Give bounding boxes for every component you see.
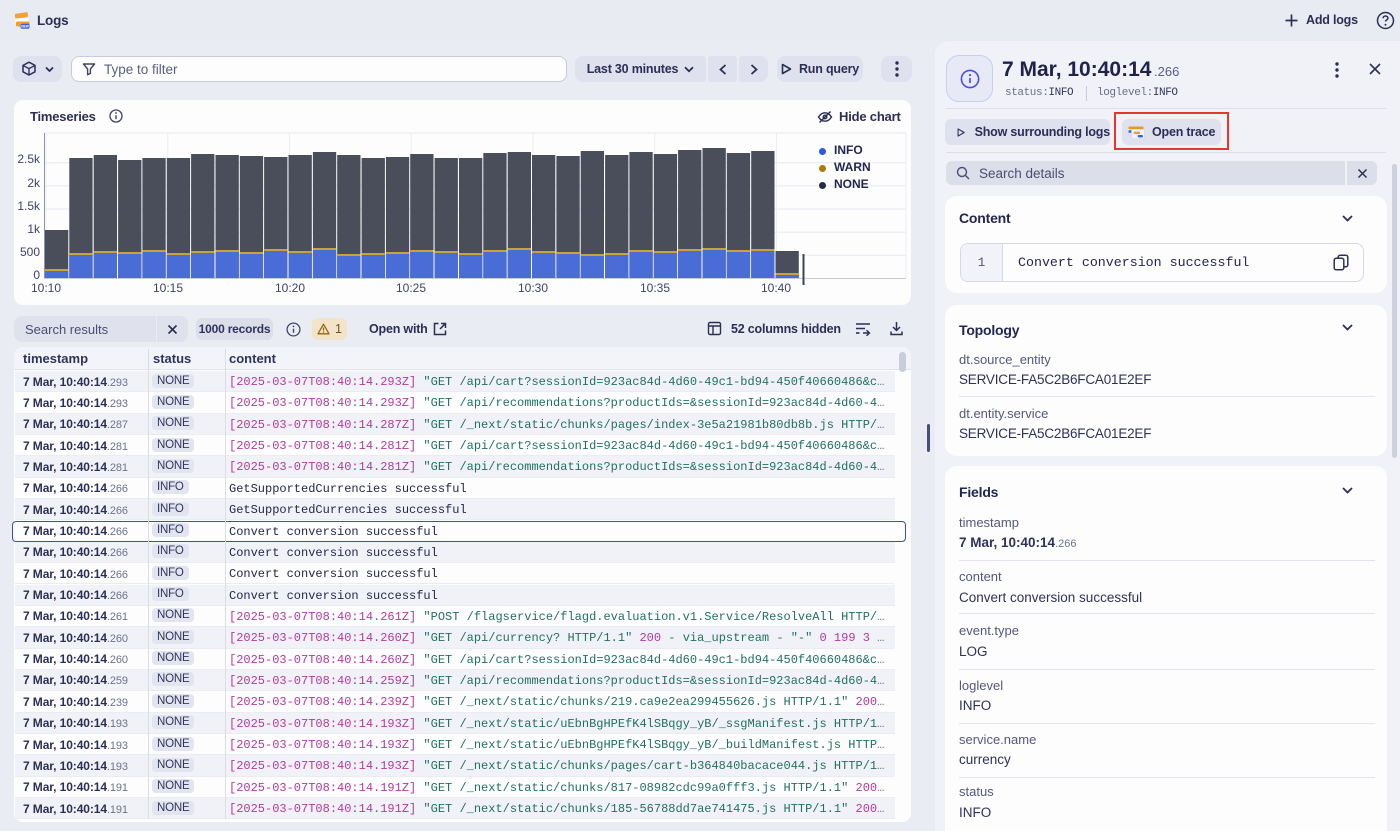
svg-text:NEW: NEW [21, 25, 28, 29]
